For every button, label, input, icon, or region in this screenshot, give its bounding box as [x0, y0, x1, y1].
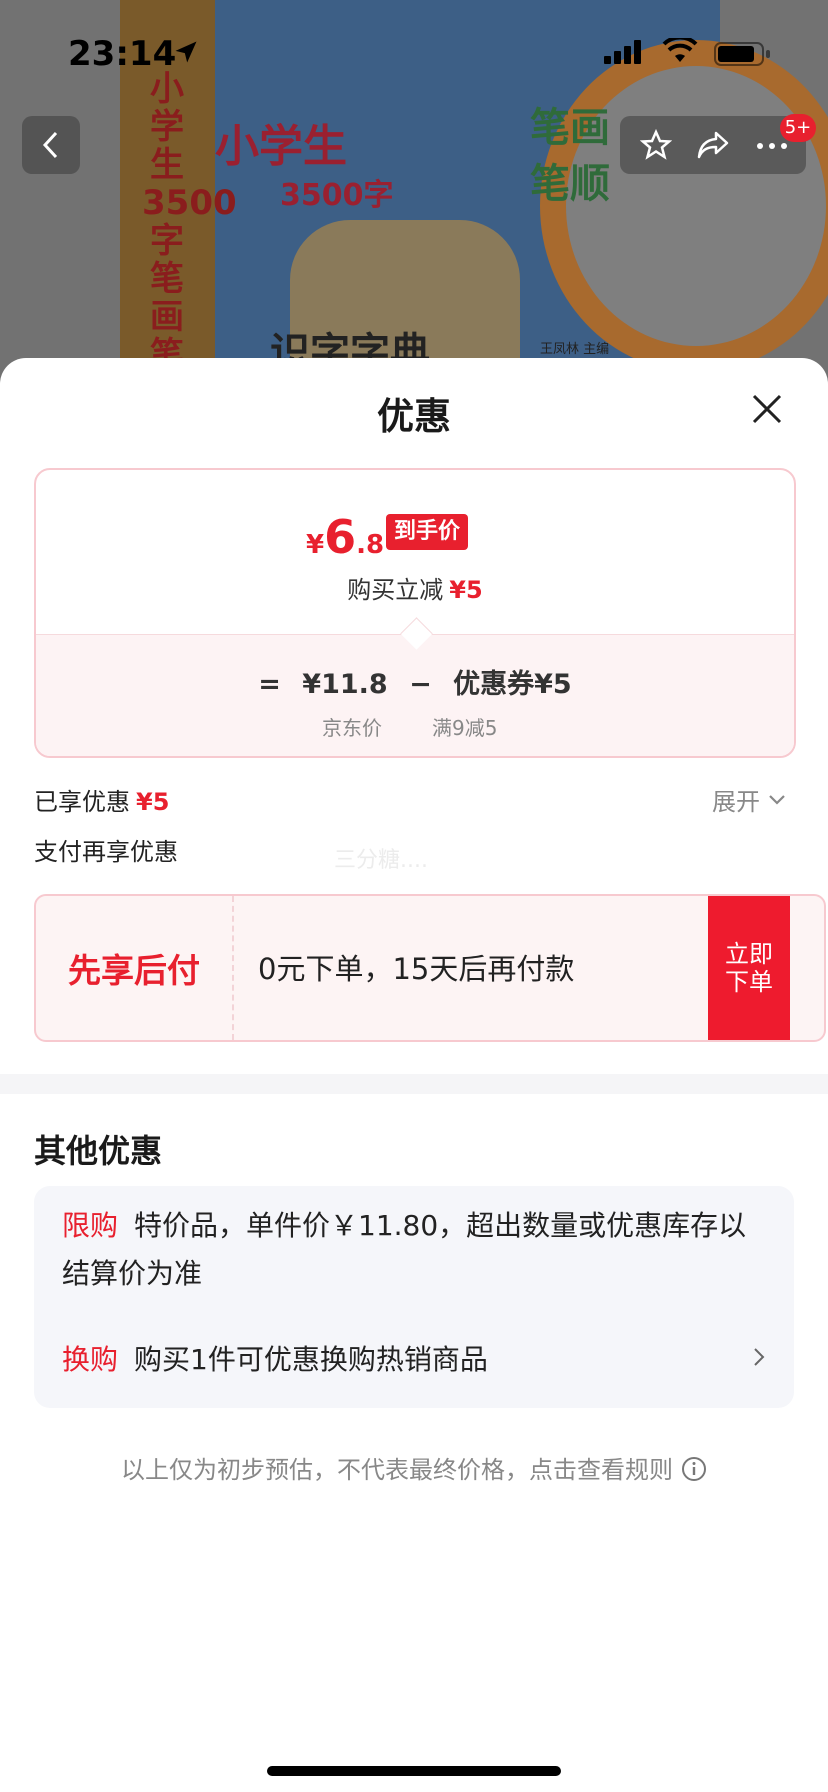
limit-purchase-text: 特价品，单件价￥11.80，超出数量或优惠库存以结算价为准 — [62, 1209, 747, 1290]
home-indicator — [267, 1766, 561, 1776]
other-discounts-card: 限购 特价品，单件价￥11.80，超出数量或优惠库存以结算价为准 换购 购买1件可优… — [34, 1186, 794, 1408]
order-now-button[interactable]: 立即 下单 — [708, 896, 790, 1040]
enjoyed-discount: 已享优惠 ¥5 — [34, 782, 169, 817]
order-now-line1: 立即 — [725, 940, 773, 968]
swap-purchase-text: 购买1件可优惠换购热销商品 — [134, 1343, 488, 1376]
pay-more-label: 支付再享优惠 — [34, 838, 178, 866]
battery-icon — [714, 42, 770, 66]
star-icon[interactable] — [640, 129, 672, 161]
location-arrow-icon — [175, 41, 197, 63]
coupon-condition-label: 满9减5 — [432, 716, 498, 740]
share-icon[interactable] — [696, 129, 730, 161]
bnpl-description: 0元下单，15天后再付款 — [258, 952, 575, 986]
order-now-line2: 下单 — [725, 968, 773, 996]
other-discounts-title: 其他优惠 — [34, 1132, 163, 1170]
book-spine-text: 小学生 3500 字笔画笔顺 — [142, 69, 237, 380]
swap-purchase-key: 换购 — [62, 1343, 119, 1376]
chevron-down-icon — [769, 794, 785, 805]
currency-symbol: ¥ — [306, 530, 325, 560]
enjoyed-label: 已享优惠 — [34, 788, 130, 816]
limit-purchase-row: 限购 特价品，单件价￥11.80，超出数量或优惠库存以结算价为准 — [62, 1202, 762, 1298]
status-time: 23:14 — [68, 34, 177, 74]
expand-toggle[interactable]: 展开 — [712, 782, 786, 817]
expand-label: 展开 — [712, 788, 760, 816]
price-decimal: .8 — [356, 530, 385, 560]
price-integer: 6 — [324, 510, 357, 564]
formula-equals: = — [258, 669, 281, 700]
section-divider — [0, 1074, 828, 1094]
jd-price-label: 京东价 — [322, 716, 382, 740]
final-price-tag: 到手价 — [386, 514, 469, 550]
more-icon[interactable] — [756, 142, 788, 150]
close-icon[interactable] — [750, 392, 784, 426]
reduction-label: 购买立减 — [347, 576, 444, 604]
back-button[interactable] — [22, 116, 80, 174]
top-action-group — [620, 116, 806, 174]
formula-jd-price: ¥11.8 — [302, 669, 388, 700]
info-icon[interactable] — [681, 1456, 707, 1482]
book-side-title: 笔画 笔顺 — [530, 104, 610, 207]
book-title: 小学生 — [215, 121, 347, 172]
sheet-title: 优惠 — [377, 395, 451, 438]
ghost-watermark: 三分糖.... — [334, 848, 428, 873]
formula-coupon: 优惠券¥5 — [453, 669, 572, 700]
disclaimer-text: 以上仅为初步预估，不代表最终价格，点击查看规则 — [121, 1456, 673, 1484]
final-price-card: ¥ 6 .8 到手价 购买立减 ¥5 = ¥11.8 − 优惠券¥5 京东价 满9… — [34, 468, 796, 758]
cellular-signal-icon — [604, 40, 641, 64]
bnpl-brand: 先享后付 — [36, 896, 234, 1040]
final-price: ¥ 6 .8 — [306, 510, 384, 564]
swap-purchase-row[interactable]: 换购 购买1件可优惠换购热销商品 — [62, 1336, 762, 1384]
book-title-count: 3500字 — [280, 178, 394, 213]
wifi-icon — [662, 38, 698, 62]
status-bar: 23:14 — [0, 0, 828, 110]
enjoyed-value: ¥5 — [136, 788, 170, 816]
limit-purchase-key: 限购 — [62, 1209, 119, 1242]
pricing-disclaimer[interactable]: 以上仅为初步预估，不代表最终价格，点击查看规则 — [0, 1450, 828, 1485]
formula-minus: − — [409, 669, 432, 700]
chevron-left-icon — [42, 131, 58, 159]
notification-badge: 5+ — [780, 114, 816, 142]
purchase-reduction: 购买立减 ¥5 — [36, 570, 794, 605]
buy-now-pay-later-card[interactable]: 先享后付 0元下单，15天后再付款 立即 下单 — [34, 894, 826, 1042]
reduction-value: ¥5 — [449, 576, 483, 604]
price-formula: = ¥11.8 − 优惠券¥5 — [36, 662, 794, 701]
discount-sheet: 优惠 ¥ 6 .8 到手价 购买立减 ¥5 = ¥11.8 − 优惠券¥5 京东价… — [0, 358, 828, 1792]
book-author: 王凤林 主编 — [540, 342, 610, 357]
chevron-right-icon — [754, 1348, 765, 1366]
